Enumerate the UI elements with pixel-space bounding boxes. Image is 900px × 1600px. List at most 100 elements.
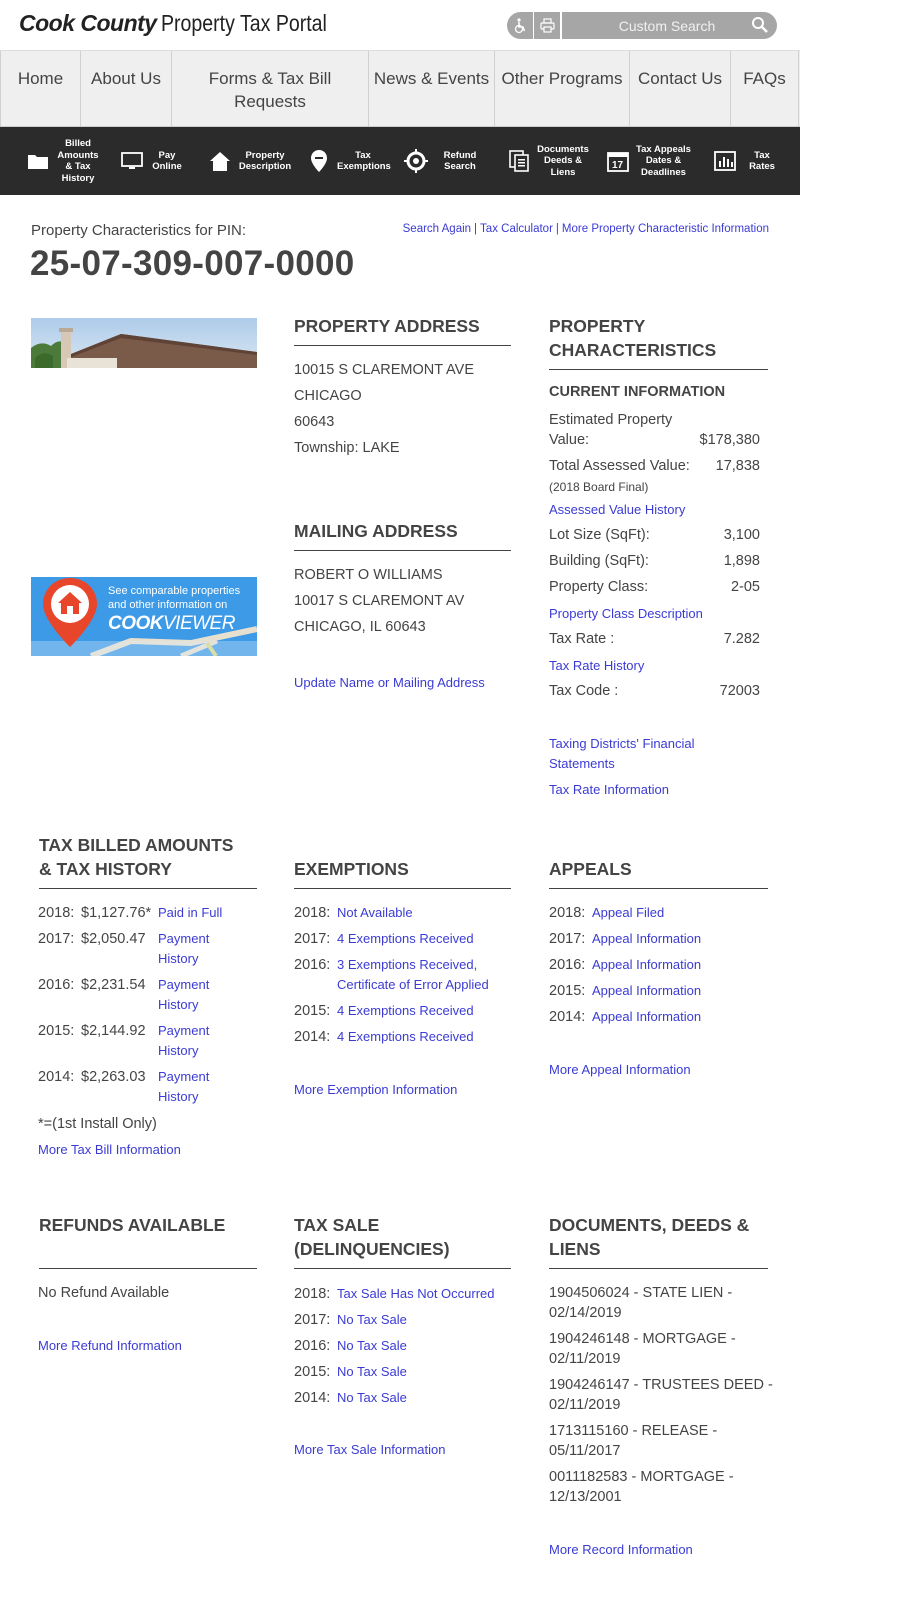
quick-link-pay-online[interactable]: Pay Online — [104, 127, 191, 195]
tax-rate-information-link[interactable]: Tax Rate Information — [549, 780, 669, 800]
search-icon[interactable] — [751, 16, 769, 34]
exemption-row: 2016: 3 Exemptions Received, Certificate … — [294, 955, 507, 995]
map-pin-icon — [307, 149, 331, 173]
tax-sale-link[interactable]: No Tax Sale — [337, 1310, 407, 1330]
appeal-link[interactable]: Appeal Filed — [592, 903, 664, 923]
exemption-link[interactable]: 3 Exemptions Received, Certificate of Er… — [337, 955, 507, 995]
lot-size-row: Lot Size (SqFt): 3,100 — [549, 525, 760, 545]
more-tax-bill-link[interactable]: More Tax Bill Information — [38, 1140, 181, 1160]
property-class-row: Property Class: 2-05 — [549, 577, 760, 597]
search-input[interactable] — [562, 12, 752, 39]
nav-about-us[interactable]: About Us — [81, 51, 172, 126]
pin-actions: Search Again | Tax Calculator | More Propert… — [403, 223, 769, 235]
exemption-row: 2017: 4 Exemptions Received — [294, 929, 474, 949]
nav-news-events[interactable]: News & Events — [369, 51, 495, 126]
quick-link-billed-amounts[interactable]: Billed Amounts & Tax History — [0, 127, 104, 195]
exemption-link[interactable]: Not Available — [337, 903, 413, 923]
tax-calculator-link[interactable]: Tax Calculator — [480, 223, 553, 235]
more-refund-link[interactable]: More Refund Information — [38, 1336, 182, 1356]
nav-faqs[interactable]: FAQs — [731, 51, 799, 126]
document-date: 12/13/2001 — [549, 1489, 622, 1505]
quick-link-refund-search[interactable]: Refund Search — [396, 127, 496, 195]
nav-other-programs[interactable]: Other Programs — [495, 51, 630, 126]
tax-sale-link[interactable]: No Tax Sale — [337, 1388, 407, 1408]
house-pin-icon — [43, 578, 97, 647]
quick-link-label: Refund Search — [443, 149, 477, 173]
site-logo[interactable]: Cook County Property Tax Portal — [19, 10, 356, 37]
appeal-year: 2015: — [549, 983, 586, 999]
exemption-link[interactable]: 4 Exemptions Received — [337, 929, 474, 949]
quick-link-tax-rates[interactable]: Tax Rates — [705, 127, 800, 195]
main-nav: Home About Us Forms & Tax Bill Requests … — [0, 50, 800, 127]
cookviewer-banner[interactable]: See comparable properties and other info… — [31, 577, 257, 656]
tax-rate-value: 7.282 — [723, 631, 760, 647]
appeal-link[interactable]: Appeal Information — [592, 955, 701, 975]
exemption-link[interactable]: 4 Exemptions Received — [337, 1027, 474, 1047]
tax-sale-year: 2014: — [294, 1390, 331, 1406]
cookviewer-text-line: and other information on — [108, 599, 228, 611]
tax-sale-title: TAX SALE (DELINQUENCIES) — [294, 1213, 511, 1269]
payment-history-link[interactable]: Payment History — [158, 929, 216, 969]
more-characteristics-link[interactable]: More Property Characteristic Information — [562, 223, 769, 235]
nav-forms-tax-bill-requests[interactable]: Forms & Tax Bill Requests — [172, 51, 369, 126]
tax-sale-row: 2016: No Tax Sale — [294, 1336, 407, 1356]
print-button[interactable] — [534, 12, 560, 39]
taxing-districts-link[interactable]: Taxing Districts' Financial Statements — [549, 734, 749, 774]
document-date: 02/11/2019 — [549, 1397, 621, 1413]
quick-link-label: Billed Amounts & Tax History — [57, 138, 99, 184]
quick-link-tax-appeals-dates[interactable]: 17 Tax Appeals Dates & Deadlines — [600, 127, 705, 195]
nav-home[interactable]: Home — [0, 51, 81, 126]
tax-status-link[interactable]: Paid in Full — [158, 903, 238, 923]
appeal-year: 2014: — [549, 1009, 586, 1025]
accessibility-button[interactable] — [507, 12, 533, 39]
tax-rate-history-link[interactable]: Tax Rate History — [549, 656, 644, 676]
appeal-year: 2016: — [549, 957, 586, 973]
title-line: DOCUMENTS, DEEDS & — [549, 1215, 750, 1235]
title-line: PROPERTY — [549, 316, 646, 336]
more-appeal-link[interactable]: More Appeal Information — [549, 1060, 691, 1080]
building-size-value: 1,898 — [723, 553, 760, 569]
printer-icon — [539, 18, 555, 33]
more-record-link[interactable]: More Record Information — [549, 1540, 693, 1560]
tax-amount: $2,050.47 — [81, 931, 146, 947]
tax-sale-row: 2017: No Tax Sale — [294, 1310, 407, 1330]
tax-sale-link[interactable]: No Tax Sale — [337, 1336, 407, 1356]
payment-history-link[interactable]: Payment History — [158, 1021, 216, 1061]
more-exemption-link[interactable]: More Exemption Information — [294, 1080, 457, 1100]
property-photo — [31, 318, 257, 368]
quick-link-tax-exemptions[interactable]: Tax Exemptions — [296, 127, 396, 195]
tax-billed-row: 2014: $2,263.03 Payment History — [38, 1067, 216, 1107]
property-address-title: PROPERTY ADDRESS — [294, 314, 511, 346]
document-record: 1904246147 - TRUSTEES DEED - 02/11/2019 — [549, 1375, 773, 1415]
quick-link-documents-deeds-liens[interactable]: Documents Deeds & Liens — [496, 127, 600, 195]
exemption-year: 2017: — [294, 931, 331, 947]
wheelchair-icon — [514, 17, 526, 33]
tax-billed-row: 2016: $2,231.54 Payment History — [38, 975, 216, 1015]
tax-sale-link[interactable]: No Tax Sale — [337, 1362, 407, 1382]
appeal-link[interactable]: Appeal Information — [592, 981, 701, 1001]
appeal-link[interactable]: Appeal Information — [592, 1007, 701, 1027]
more-tax-sale-link[interactable]: More Tax Sale Information — [294, 1440, 446, 1460]
quick-link-property-description[interactable]: Property Description — [191, 127, 296, 195]
tax-sale-link[interactable]: Tax Sale Has Not Occurred — [337, 1284, 495, 1304]
assessed-value-history-link[interactable]: Assessed Value History — [549, 500, 685, 520]
property-class-description-link[interactable]: Property Class Description — [549, 604, 703, 624]
payment-history-link[interactable]: Payment History — [158, 1067, 216, 1107]
title-line: TAX BILLED AMOUNTS — [39, 835, 234, 855]
appeal-link[interactable]: Appeal Information — [592, 929, 701, 949]
pin-number: 25-07-309-007-0000 — [30, 244, 355, 283]
building-size-row: Building (SqFt): 1,898 — [549, 551, 760, 571]
assessed-value-note: (2018 Board Final) — [549, 480, 649, 494]
payment-history-link[interactable]: Payment History — [158, 975, 216, 1015]
exemption-link[interactable]: 4 Exemptions Received — [337, 1001, 474, 1021]
search-again-link[interactable]: Search Again — [403, 223, 471, 235]
lot-size-value: 3,100 — [723, 527, 760, 543]
exemption-row: 2015: 4 Exemptions Received — [294, 1001, 474, 1021]
document-date: 02/14/2019 — [549, 1305, 622, 1321]
update-mailing-address-link[interactable]: Update Name or Mailing Address — [294, 673, 485, 693]
nav-contact-us[interactable]: Contact Us — [630, 51, 731, 126]
cookviewer-logo-b: VIEWER — [163, 613, 235, 634]
tax-code-label: Tax Code : — [549, 683, 619, 699]
exemption-row: 2018: Not Available — [294, 903, 413, 923]
tax-sale-year: 2015: — [294, 1364, 331, 1380]
